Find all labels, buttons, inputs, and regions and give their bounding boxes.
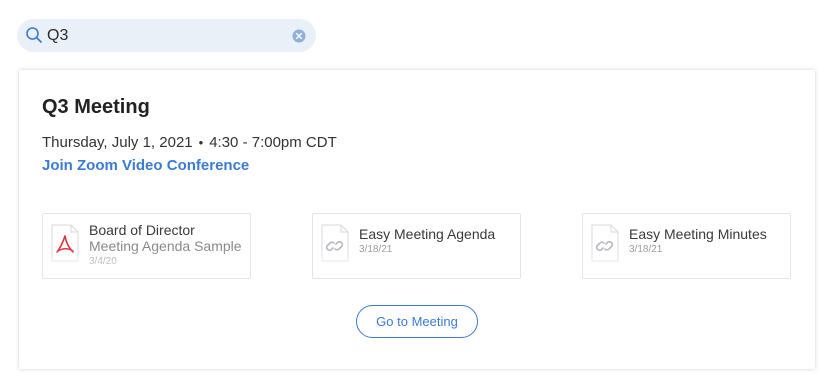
meeting-datetime: Thursday, July 1, 2021 • 4:30 - 7:00pm CDT xyxy=(42,134,337,151)
file-date: 3/4/20 xyxy=(89,256,117,267)
search-bar[interactable] xyxy=(17,19,316,52)
pdf-icon xyxy=(51,224,79,262)
file-date: 3/18/21 xyxy=(359,244,393,255)
attachments-list: Board of Director Meeting Agenda Sample … xyxy=(42,213,792,283)
file-name: Board of Director xyxy=(89,222,195,238)
link-icon xyxy=(591,224,619,262)
file-card-board-of-director[interactable]: Board of Director Meeting Agenda Sample … xyxy=(42,213,251,279)
meeting-date: Thursday, July 1, 2021 xyxy=(42,134,193,151)
file-card-easy-meeting-agenda[interactable]: Easy Meeting Agenda 3/18/21 xyxy=(312,213,521,279)
file-card-easy-meeting-minutes[interactable]: Easy Meeting Minutes 3/18/21 xyxy=(582,213,791,279)
meeting-time: 4:30 - 7:00pm CDT xyxy=(209,134,337,151)
meeting-card: Q3 Meeting Thursday, July 1, 2021 • 4:30 -… xyxy=(19,70,815,369)
go-to-meeting-button[interactable]: Go to Meeting xyxy=(356,305,478,338)
bullet-separator: • xyxy=(198,135,204,150)
search-icon xyxy=(26,27,42,43)
file-subtitle: Meeting Agenda Sample xyxy=(89,238,242,254)
link-icon xyxy=(321,224,349,262)
file-name: Easy Meeting Agenda xyxy=(359,226,496,242)
search-input[interactable] xyxy=(47,23,277,48)
file-name: Easy Meeting Minutes xyxy=(629,226,767,242)
file-date: 3/18/21 xyxy=(629,244,663,255)
join-zoom-link[interactable]: Join Zoom Video Conference xyxy=(42,157,249,174)
meeting-title: Q3 Meeting xyxy=(42,96,150,118)
clear-icon[interactable] xyxy=(292,29,306,43)
